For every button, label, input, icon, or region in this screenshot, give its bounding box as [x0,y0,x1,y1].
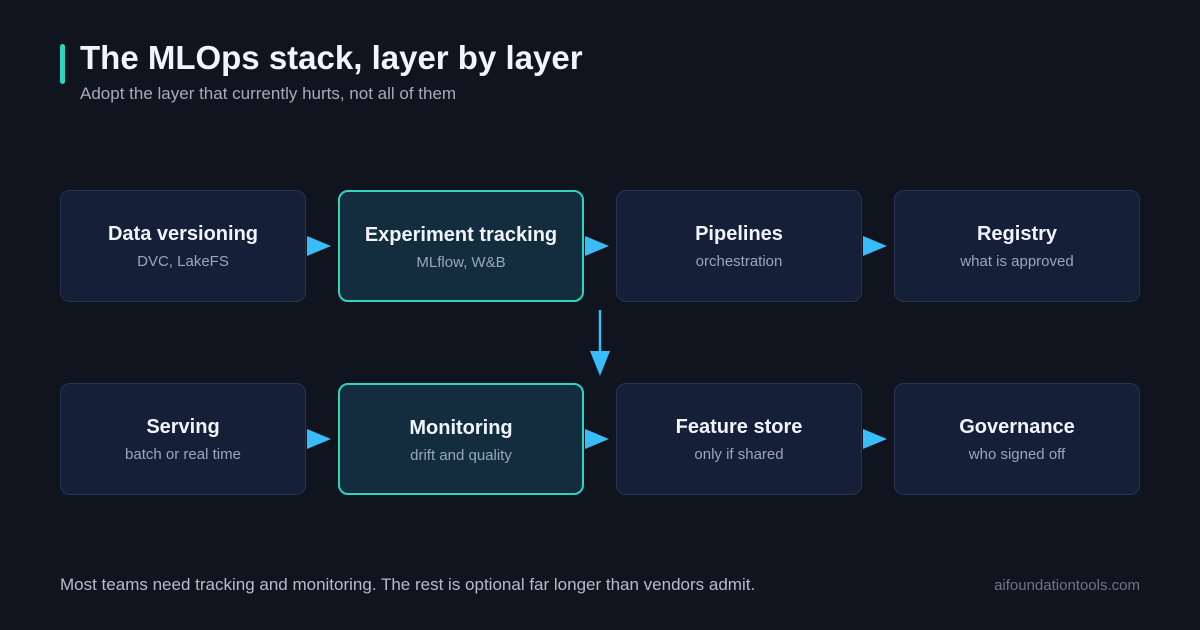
arrow-down-icon [590,310,610,376]
arrow-right-icon [307,429,331,449]
arrow-right-icon [863,429,887,449]
flow-arrows [307,236,887,449]
arrow-right-icon [307,236,331,256]
arrow-right-icon [585,236,609,256]
footer-note: Most teams need tracking and monitoring.… [60,575,756,594]
arrow-right-icon [585,429,609,449]
footer-site-link[interactable]: aifoundationtools.com [994,577,1140,595]
arrow-right-icon [863,236,887,256]
mlops-stack-diagram: Data versioning DVC, LakeFS Experiment t… [0,0,1200,630]
